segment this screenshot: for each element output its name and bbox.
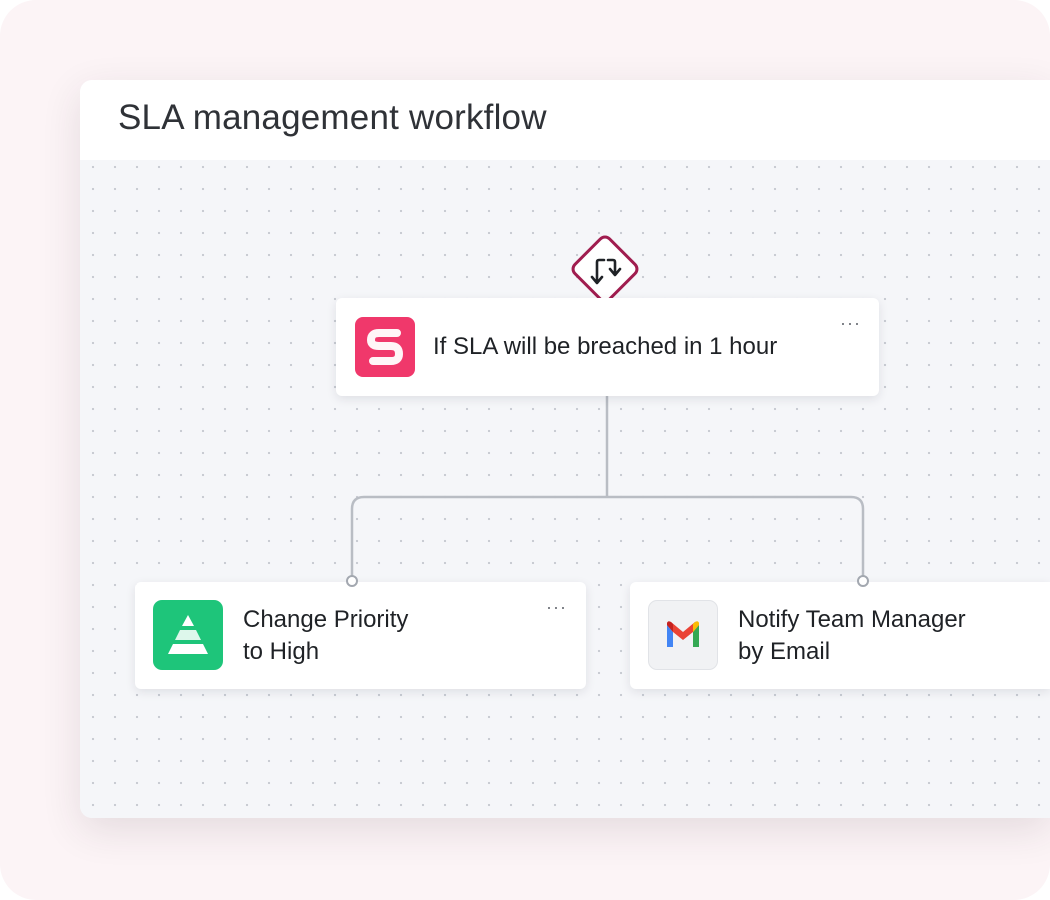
action-node-notify-email[interactable]: Notify Team Manager by Email [630, 582, 1050, 689]
more-options-button[interactable]: ··· [546, 598, 567, 616]
action-label-line1: Notify Team Manager [738, 606, 966, 633]
action-label-line2: to High [243, 638, 320, 665]
input-port[interactable] [346, 575, 358, 587]
sla-app-icon [355, 317, 415, 377]
connector-line [350, 396, 865, 583]
more-options-button[interactable]: ··· [840, 314, 861, 332]
action-label-line2: by Email [738, 638, 831, 665]
priority-pyramid-icon [153, 600, 223, 670]
branch-arrows-icon [590, 258, 622, 285]
condition-node[interactable]: If SLA will be breached in 1 hour ··· [336, 298, 879, 396]
gmail-icon [648, 600, 718, 670]
action-label-line1: Change Priority [243, 606, 409, 633]
input-port[interactable] [857, 575, 869, 587]
action-node-change-priority[interactable]: Change Priority to High ··· [135, 582, 586, 689]
condition-label: If SLA will be breached in 1 hour [433, 333, 778, 360]
workflow-connectors [350, 396, 865, 583]
